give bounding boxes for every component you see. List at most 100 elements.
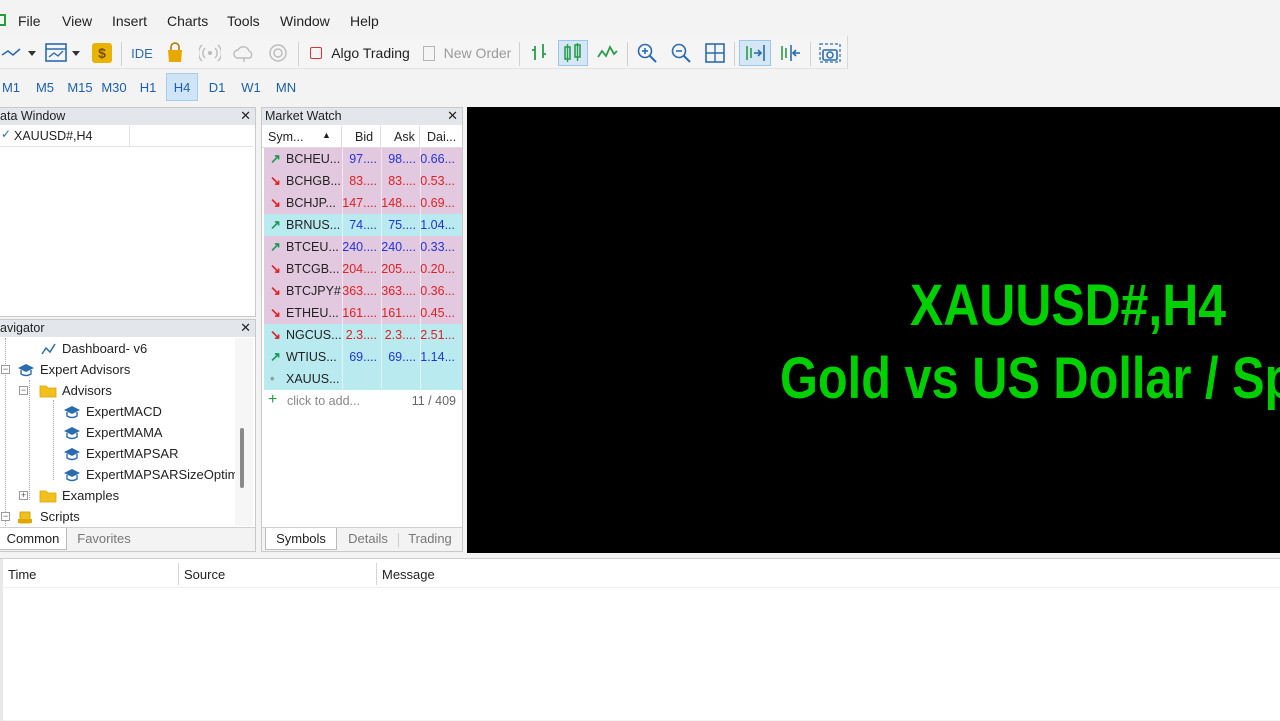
collapse-toggle[interactable]: −	[19, 386, 28, 395]
tab-favorites[interactable]: Favorites	[69, 528, 139, 550]
menu-view[interactable]: View	[62, 13, 92, 29]
chart-template-dropdown[interactable]	[44, 40, 84, 66]
graduation-cap-icon	[63, 468, 81, 482]
period-m1[interactable]: M1	[0, 73, 22, 101]
bar-chart-button[interactable]	[526, 40, 552, 66]
zoom-out-button[interactable]	[668, 40, 694, 66]
market-watch-row[interactable]: ↗ BTCEU... 240.... 240.... 0.33...	[264, 236, 462, 258]
graduation-cap-icon	[63, 405, 81, 419]
cell-divider	[381, 258, 382, 280]
toolbar-separator	[734, 42, 735, 66]
column-bid[interactable]: Bid	[355, 130, 373, 144]
shop-button[interactable]	[164, 40, 186, 66]
nav-item-examples[interactable]: Examples	[39, 485, 119, 506]
cell-divider	[381, 324, 382, 346]
market-watch-row[interactable]: ↘ BCHGB... 83.... 83.... 0.53...	[264, 170, 462, 192]
period-w1[interactable]: W1	[236, 73, 266, 101]
data-window-header-row: ✓ XAUUSD#,H4	[0, 126, 253, 147]
screenshot-button[interactable]	[816, 40, 844, 66]
line-chart-dropdown[interactable]	[0, 40, 40, 66]
menu-charts[interactable]: Charts	[167, 13, 208, 29]
line-mode-button[interactable]	[594, 40, 620, 66]
chart-description-label: Gold vs US Dollar / Spot	[780, 346, 1280, 411]
column-daily[interactable]: Dai...	[427, 130, 456, 144]
nav-item-expert-advisors[interactable]: Expert Advisors	[17, 359, 130, 380]
market-watch-panel: Market Watch ✕ Sym... ▲ Bid Ask Dai... ↗…	[261, 107, 463, 552]
menu-file[interactable]: File	[18, 13, 41, 29]
market-watch-row[interactable]: • XAUUS...	[264, 368, 462, 390]
cell-divider	[342, 302, 343, 324]
period-h4[interactable]: H4	[166, 73, 198, 101]
menu-tools[interactable]: Tools	[227, 13, 260, 29]
vps-button[interactable]	[232, 40, 256, 66]
graduation-cap-icon	[63, 426, 81, 440]
column-ask[interactable]: Ask	[394, 130, 415, 144]
nav-item-expert-mama[interactable]: ExpertMAMA	[63, 422, 163, 443]
tab-trading[interactable]: Trading	[400, 528, 460, 550]
chart-shift-button[interactable]	[776, 40, 804, 66]
community-button[interactable]	[266, 40, 290, 66]
period-m15[interactable]: M15	[64, 73, 96, 101]
market-watch-row[interactable]: ↗ BCHEU... 97.... 98.... 0.66...	[264, 148, 462, 170]
timeframe-toolbar: M1 M5 M15 M30 H1 H4 D1 W1 MN	[0, 70, 1280, 106]
column-source[interactable]: Source	[184, 567, 225, 582]
period-m5[interactable]: M5	[30, 73, 60, 101]
nav-item-advisors[interactable]: Advisors	[39, 380, 112, 401]
expand-toggle[interactable]: +	[19, 491, 28, 500]
auto-scroll-icon	[746, 45, 765, 61]
scrollbar-thumb[interactable]	[240, 428, 244, 488]
bid-cell: 240....	[342, 240, 377, 254]
ide-button[interactable]: IDE	[128, 40, 156, 66]
collapse-toggle[interactable]: −	[1, 365, 10, 374]
nav-item-expert-mapsar-size-optim[interactable]: ExpertMAPSARSizeOptim	[63, 464, 235, 485]
tile-windows-button[interactable]	[702, 40, 728, 66]
new-order-button[interactable]: New Order	[422, 40, 512, 66]
nav-item-expert-mapsar[interactable]: ExpertMAPSAR	[63, 443, 178, 464]
nav-item-expert-macd[interactable]: ExpertMACD	[63, 401, 162, 422]
menu-window[interactable]: Window	[280, 13, 330, 29]
dot-icon: •	[270, 371, 275, 386]
tab-common[interactable]: Common	[0, 528, 67, 550]
period-m30[interactable]: M30	[98, 73, 130, 101]
symbol-cell: BCHEU...	[286, 152, 341, 166]
symbol-cell: WTIUS...	[286, 350, 337, 364]
market-watch-row[interactable]: ↗ BRNUS... 74.... 75.... 1.04...	[264, 214, 462, 236]
arrow-up-icon: ↗	[270, 349, 281, 364]
add-symbol-row[interactable]: + click to add... 11 / 409	[262, 391, 462, 411]
toolbar-separator	[121, 42, 122, 66]
tab-details[interactable]: Details	[340, 528, 396, 550]
close-icon[interactable]: ✕	[447, 108, 458, 124]
candlestick-button[interactable]	[558, 40, 588, 66]
close-icon[interactable]: ✕	[240, 108, 251, 124]
market-watch-row[interactable]: ↘ BTCJPY# 363.... 363.... 0.36...	[264, 280, 462, 302]
nav-item-scripts[interactable]: Scripts	[17, 506, 80, 527]
signals-button[interactable]	[198, 40, 222, 66]
column-time[interactable]: Time	[8, 567, 36, 582]
menu-insert[interactable]: Insert	[112, 13, 147, 29]
close-icon[interactable]: ✕	[240, 320, 251, 336]
cell-divider	[342, 148, 343, 170]
expand-toggle[interactable]: −	[1, 512, 10, 521]
cell-divider	[342, 324, 343, 346]
auto-scroll-button[interactable]	[739, 40, 771, 66]
folder-icon	[39, 384, 57, 398]
navigator-scrollbar[interactable]	[235, 338, 253, 526]
column-symbol[interactable]: Sym...	[268, 130, 303, 144]
market-watch-row[interactable]: ↗ WTIUS... 69.... 69.... 1.14...	[264, 346, 462, 368]
chart-window[interactable]: XAUUSD#,H4 Gold vs US Dollar / Spot	[467, 107, 1280, 553]
tab-symbols[interactable]: Symbols	[265, 528, 337, 550]
market-watch-row[interactable]: ↘ ETHEU... 161.... 161.... 0.45...	[264, 302, 462, 324]
market-button[interactable]: $	[90, 40, 114, 66]
zoom-in-button[interactable]	[634, 40, 660, 66]
nav-item-dashboard[interactable]: Dashboard- v6	[41, 338, 147, 359]
nav-item-label: ExpertMACD	[86, 404, 162, 419]
period-mn[interactable]: MN	[270, 73, 302, 101]
market-watch-row[interactable]: ↘ NGCUS... 2.3.... 2.3.... 2.51...	[264, 324, 462, 346]
market-watch-row[interactable]: ↘ BTCGB... 204.... 205.... 0.20...	[264, 258, 462, 280]
market-watch-row[interactable]: ↘ BCHJP... 147.... 148.... 0.69...	[264, 192, 462, 214]
period-d1[interactable]: D1	[202, 73, 232, 101]
menu-help[interactable]: Help	[350, 13, 379, 29]
period-h1[interactable]: H1	[133, 73, 163, 101]
column-message[interactable]: Message	[382, 567, 435, 582]
algo-trading-button[interactable]: Algo Trading	[308, 40, 412, 66]
